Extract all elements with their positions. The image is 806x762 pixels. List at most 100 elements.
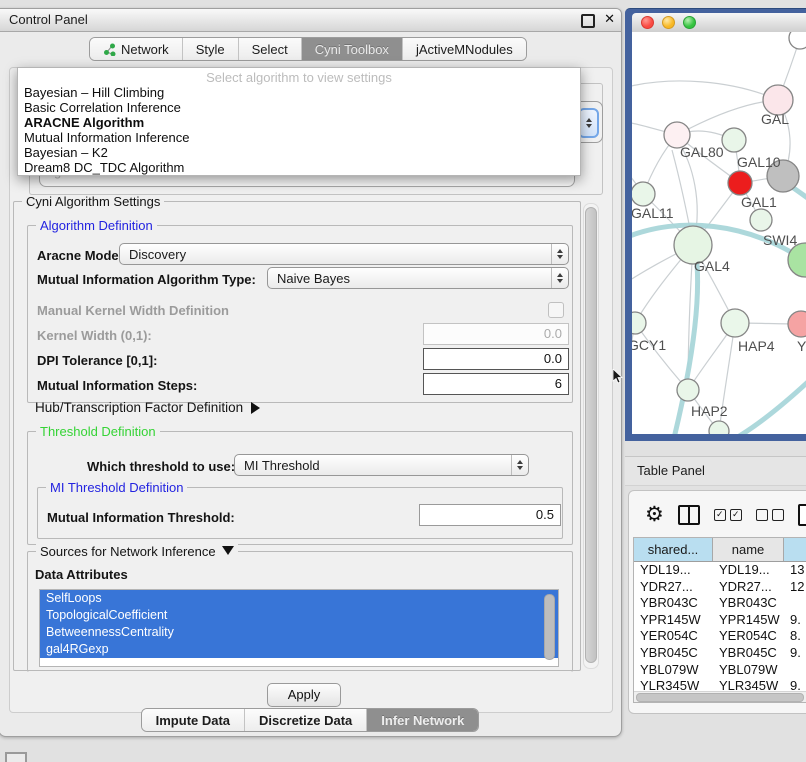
algorithm-option-aracne-algorithm[interactable]: ARACNE Algorithm <box>18 115 580 130</box>
apply-button[interactable]: Apply <box>267 683 341 707</box>
mi-steps-input[interactable]: 6 <box>423 373 569 395</box>
float-window-icon[interactable] <box>581 14 595 28</box>
algorithm-option-bayesian-k2[interactable]: Bayesian – K2 <box>18 145 580 160</box>
network-icon <box>103 43 116 56</box>
dpi-tolerance-input[interactable]: 0.0 <box>423 348 569 370</box>
bottom-tab-impute-data[interactable]: Impute Data <box>142 709 245 731</box>
node-label: SWI4 <box>763 232 797 248</box>
attribute-item-topologicalcoefficient[interactable]: TopologicalCoefficient <box>40 607 558 624</box>
attributes-scrollbar-thumb[interactable] <box>544 594 555 660</box>
algorithm-option-mutual-information-inference[interactable]: Mutual Information Inference <box>18 130 580 145</box>
table-row[interactable]: YDL19...YDL19...13 <box>634 562 806 579</box>
tab-label: Style <box>196 42 225 57</box>
split-columns-icon[interactable] <box>678 505 700 525</box>
zoom-traffic-light[interactable] <box>683 16 696 29</box>
attribute-item-betweennesscentrality[interactable]: BetweennessCentrality <box>40 624 558 641</box>
table-panel-titlebar[interactable]: Table Panel <box>625 456 806 486</box>
attribute-item-selfloops[interactable]: SelfLoops <box>40 590 558 607</box>
control-panel-titlebar[interactable]: Control Panel ✕ <box>0 9 621 32</box>
settings-scrollbar-thumb[interactable] <box>585 207 597 663</box>
attribute-item-gal4rgexp[interactable]: gal4RGexp <box>40 641 558 658</box>
panel-title: Control Panel <box>9 12 88 27</box>
table-cell <box>784 595 806 612</box>
table-cell: YBL079W <box>713 662 784 679</box>
kernel-width-input[interactable]: 0.0 <box>423 323 569 345</box>
network-node-gal11[interactable] <box>632 182 655 206</box>
column-header-name[interactable]: name <box>713 538 784 561</box>
mi-type-combobox[interactable]: Naive Bayes <box>267 267 569 289</box>
mi-threshold-input[interactable]: 0.5 <box>419 504 561 526</box>
table-cell: YDL19... <box>713 562 784 579</box>
bottom-tab-infer-network[interactable]: Infer Network <box>367 709 478 731</box>
node-label: GAL4 <box>694 258 730 274</box>
algorithm-option-dream8-dc-tdc-algorithm[interactable]: Dream8 DC_TDC Algorithm <box>18 160 580 175</box>
table-cell: YPR145W <box>634 612 713 629</box>
hub-definition-toggle[interactable]: Hub/Transcription Factor Definition <box>35 400 260 415</box>
table-row[interactable]: YDR27...YDR27...12 <box>634 579 806 596</box>
network-node[interactable] <box>789 32 806 49</box>
mi-type-value: Naive Bayes <box>268 271 551 286</box>
table-row[interactable]: YBL079WYBL079W <box>634 662 806 679</box>
manual-kernel-checkbox[interactable] <box>548 302 564 318</box>
dpi-tolerance-label: DPI Tolerance [0,1]: <box>37 353 157 368</box>
table-row[interactable]: YBR045CYBR045C9. <box>634 645 806 662</box>
table-row[interactable]: YPR145WYPR145W9. <box>634 612 806 629</box>
data-attributes-list: SelfLoopsTopologicalCoefficientBetweenne… <box>39 589 559 667</box>
network-node-hap4[interactable] <box>721 309 749 337</box>
mouse-cursor <box>612 369 624 385</box>
table-row[interactable]: YBR043CYBR043C <box>634 595 806 612</box>
close-traffic-light[interactable] <box>641 16 654 29</box>
close-icon[interactable]: ✕ <box>604 11 615 27</box>
sources-group-label[interactable]: Sources for Network Inference <box>36 544 238 559</box>
function-builder-icon[interactable] <box>798 504 806 526</box>
network-node[interactable] <box>788 243 806 277</box>
minimize-traffic-light[interactable] <box>662 16 675 29</box>
expand-right-icon <box>251 402 260 414</box>
select-all-checkboxes-icon[interactable]: ✓✓ <box>714 509 742 521</box>
network-node-gcy1[interactable] <box>632 312 646 334</box>
network-view-titlebar[interactable] <box>632 13 806 33</box>
network-node-gal1[interactable] <box>728 171 752 195</box>
popup-items: Bayesian – Hill ClimbingBasic Correlatio… <box>18 85 580 175</box>
mi-threshold-label: Mutual Information Threshold: <box>47 510 235 525</box>
node-label: HAP2 <box>691 403 728 419</box>
collapse-down-icon <box>222 546 234 555</box>
mi-type-label: Mutual Information Algorithm Type: <box>37 272 256 287</box>
column-header-partial[interactable] <box>784 538 806 561</box>
tab-select[interactable]: Select <box>239 38 302 60</box>
control-panel-window: Control Panel ✕ Network Style SelectCyni T… <box>0 8 622 737</box>
tab-network[interactable]: Network <box>90 38 183 60</box>
table-settings-gear-icon[interactable]: ⚙ <box>645 505 664 525</box>
bottom-tab-discretize-data[interactable]: Discretize Data <box>245 709 367 731</box>
network-node-gal10[interactable] <box>722 128 746 152</box>
node-table: shared...name YDL19...YDL19...13YDR27...… <box>633 537 806 703</box>
collapsed-panel-button[interactable] <box>5 752 27 762</box>
table-cell: YPR145W <box>713 612 784 629</box>
table-cell: 9. <box>784 612 806 629</box>
aracne-mode-label: Aracne Mode: <box>37 248 123 263</box>
network-node-y[interactable] <box>788 311 806 337</box>
table-hscrollbar-thumb[interactable] <box>636 693 804 702</box>
network-canvas[interactable]: GALGAL80GAL10GAL1GAL11SWI4GAL4GCY1HAP4YH… <box>632 32 806 434</box>
algorithm-option-bayesian-hill-climbing[interactable]: Bayesian – Hill Climbing <box>18 85 580 100</box>
table-hscrollbar[interactable] <box>634 691 806 702</box>
which-threshold-combobox[interactable]: MI Threshold <box>234 454 529 476</box>
settings-scrollbar[interactable] <box>583 203 599 669</box>
algorithm-option-basic-correlation-inference[interactable]: Basic Correlation Inference <box>18 100 580 115</box>
focused-stepper[interactable] <box>578 108 599 138</box>
network-node-hap2[interactable] <box>677 379 699 401</box>
tab-style[interactable]: Style <box>183 38 239 60</box>
table-cell: YLR345W <box>634 678 713 692</box>
tab-jactivemnodules[interactable]: jActiveMNodules <box>403 38 526 60</box>
table-cell: 13 <box>784 562 806 579</box>
table-row[interactable]: YER054CYER054C8. <box>634 628 806 645</box>
tab-cyni-toolbox[interactable]: Cyni Toolbox <box>302 38 403 60</box>
kernel-width-label: Kernel Width (0,1): <box>37 328 152 343</box>
deselect-all-checkboxes-icon[interactable] <box>756 509 784 521</box>
column-header-shared[interactable]: shared... <box>634 538 713 561</box>
combo-stepper-icon <box>551 244 568 264</box>
aracne-mode-combobox[interactable]: Discovery <box>119 243 569 265</box>
manual-kernel-label: Manual Kernel Width Definition <box>37 303 229 318</box>
table-row[interactable]: YLR345WYLR345W9. <box>634 678 806 692</box>
network-node-swi4[interactable] <box>750 209 772 231</box>
